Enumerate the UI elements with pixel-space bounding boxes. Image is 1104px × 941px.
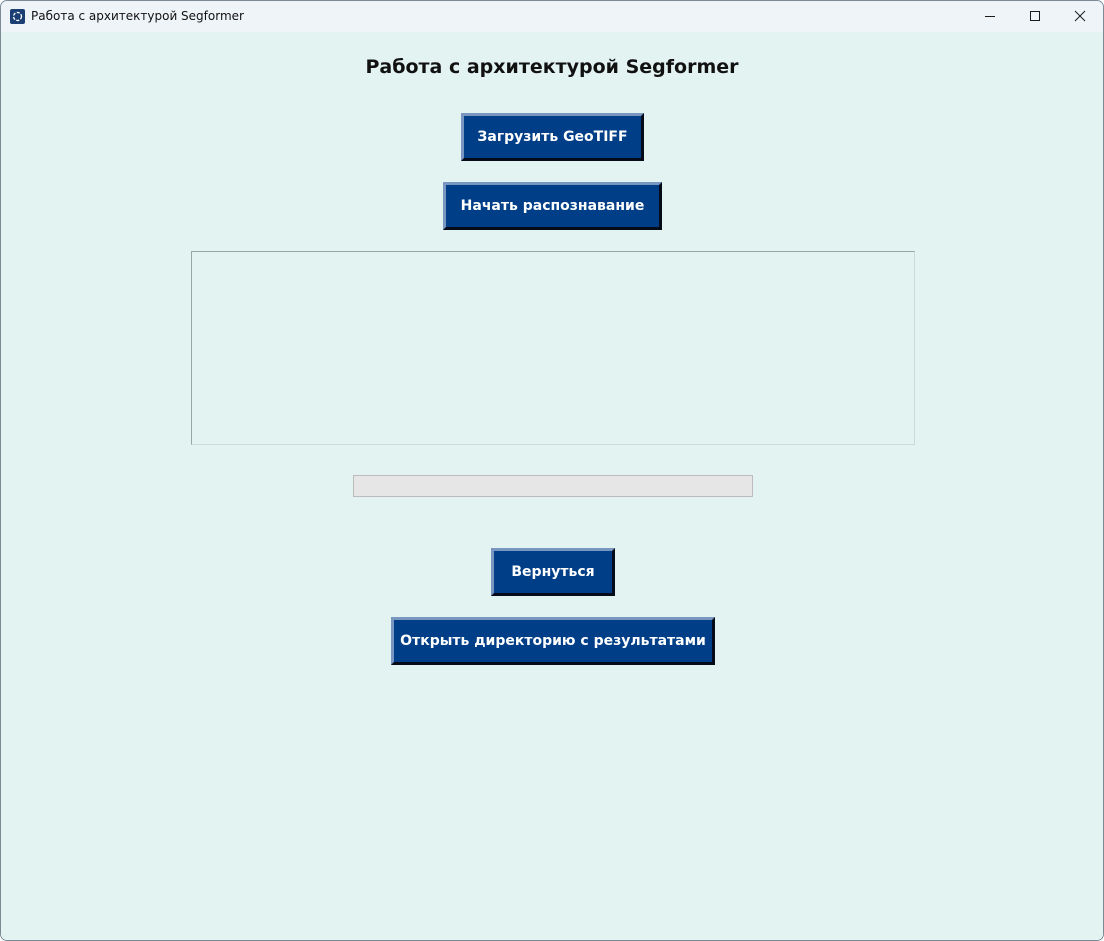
app-window: Работа с архитектурой Segformer Работа с… — [0, 0, 1104, 941]
minimize-icon — [985, 16, 995, 17]
maximize-button[interactable] — [1012, 1, 1058, 32]
window-title: Работа с архитектурой Segformer — [31, 9, 244, 23]
close-icon — [1074, 10, 1086, 22]
app-icon — [10, 9, 25, 24]
title-bar[interactable]: Работа с архитектурой Segformer — [1, 1, 1103, 32]
log-output-area[interactable] — [191, 251, 915, 445]
main-panel: Работа с архитектурой Segformer Загрузит… — [1, 32, 1103, 940]
back-button[interactable]: Вернуться — [491, 548, 615, 596]
upload-geotiff-button[interactable]: Загрузить GeoTIFF — [461, 113, 644, 161]
minimize-button[interactable] — [967, 1, 1013, 32]
page-title: Работа с архитектурой Segformer — [365, 56, 739, 78]
maximize-icon — [1030, 11, 1040, 21]
start-recognition-button[interactable]: Начать распознавание — [443, 182, 662, 230]
open-results-folder-button[interactable]: Открыть директорию с результатами — [391, 617, 715, 665]
progress-bar — [353, 475, 753, 497]
close-button[interactable] — [1057, 1, 1103, 32]
